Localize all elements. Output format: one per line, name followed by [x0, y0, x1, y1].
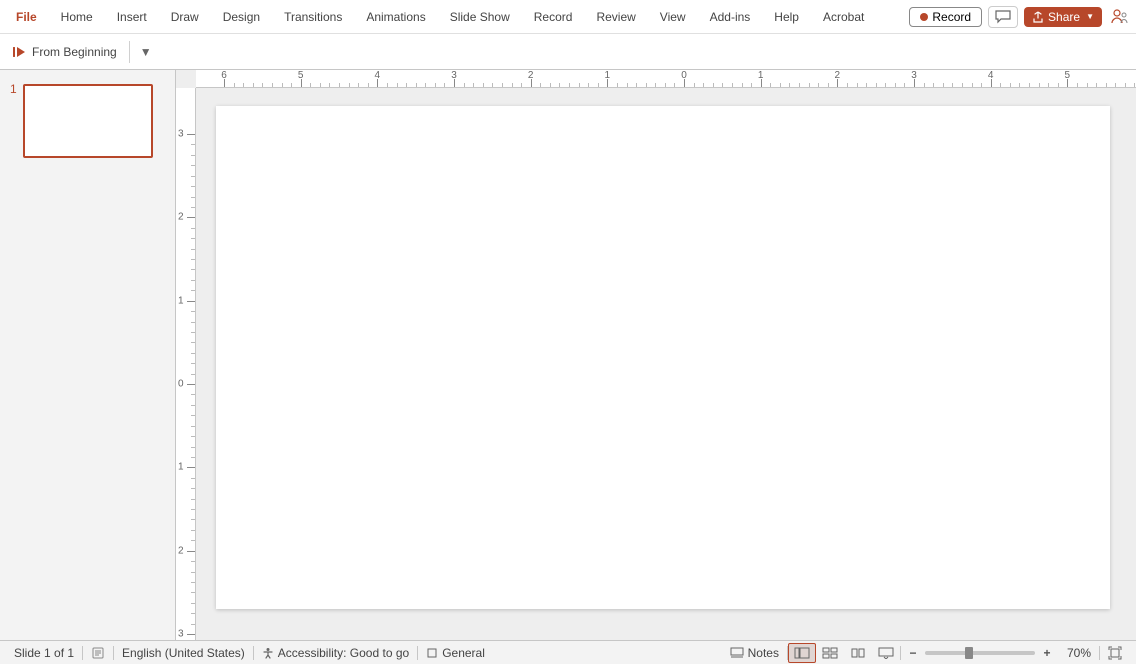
ribbon-divider: [129, 41, 130, 63]
play-from-start-icon: [12, 45, 26, 59]
ruler-v-label: 0: [178, 379, 184, 390]
horizontal-ruler[interactable]: 6543210123456: [196, 70, 1136, 88]
normal-view-button[interactable]: [788, 643, 816, 663]
slide-sorter-view-button[interactable]: [816, 643, 844, 663]
tab-view[interactable]: View: [648, 0, 698, 33]
ruler-h-label: 0: [681, 70, 687, 81]
from-beginning-button[interactable]: From Beginning: [6, 43, 123, 61]
tab-acrobat[interactable]: Acrobat: [811, 0, 876, 33]
vertical-ruler[interactable]: 3 2 1 0 1 2 3: [176, 88, 196, 640]
share-button[interactable]: Share ▼: [1024, 7, 1102, 27]
ruler-h-label: 5: [298, 70, 304, 81]
ribbon: From Beginning ▼: [0, 34, 1136, 70]
chevron-down-icon: ▼: [1086, 12, 1094, 21]
record-dot-icon: [920, 13, 928, 21]
sensitivity-icon: [426, 647, 438, 659]
normal-view-icon: [794, 647, 810, 659]
status-accessibility[interactable]: Accessibility: Good to go: [254, 641, 417, 664]
account-button[interactable]: [1108, 6, 1130, 28]
slide-canvas[interactable]: [216, 106, 1110, 609]
spellcheck-icon: [91, 646, 105, 660]
status-sensitivity-label: General: [442, 646, 485, 660]
ruler-v-label: 2: [178, 212, 184, 223]
ruler-h-label: 6: [221, 70, 227, 81]
fit-to-window-button[interactable]: [1100, 641, 1130, 664]
ruler-h-label: 1: [605, 70, 611, 81]
ruler-v-label: 2: [178, 545, 184, 556]
ruler-h-label: 3: [911, 70, 917, 81]
status-bar: Slide 1 of 1 English (United States) Acc…: [0, 640, 1136, 664]
tab-home[interactable]: Home: [49, 0, 105, 33]
fit-window-icon: [1108, 646, 1122, 660]
thumbnail-number: 1: [10, 82, 17, 626]
tab-animations[interactable]: Animations: [354, 0, 437, 33]
tab-help[interactable]: Help: [762, 0, 811, 33]
record-button-label: Record: [932, 10, 971, 24]
ruler-h-label: 1: [758, 70, 764, 81]
zoom-in-button[interactable]: +: [1039, 645, 1055, 661]
notes-label: Notes: [748, 646, 779, 660]
tab-design[interactable]: Design: [211, 0, 272, 33]
tab-insert[interactable]: Insert: [105, 0, 159, 33]
notes-icon: [730, 647, 744, 659]
reading-view-button[interactable]: [844, 643, 872, 663]
sorter-view-icon: [822, 647, 838, 659]
ruler-h-label: 5: [1065, 70, 1071, 81]
share-icon: [1032, 11, 1044, 23]
slide-canvas-area[interactable]: [196, 88, 1136, 640]
status-spellcheck-button[interactable]: [83, 641, 113, 664]
status-sensitivity[interactable]: General: [418, 641, 493, 664]
ruler-h-label: 3: [451, 70, 457, 81]
tab-transitions[interactable]: Transitions: [272, 0, 354, 33]
tab-file[interactable]: File: [4, 0, 49, 33]
notes-toggle-button[interactable]: Notes: [722, 641, 787, 664]
zoom-percent-button[interactable]: 70%: [1059, 641, 1099, 664]
tab-record[interactable]: Record: [522, 0, 585, 33]
status-slide-count: Slide 1 of 1: [6, 641, 82, 664]
slideshow-icon: [878, 647, 894, 659]
ruler-h-label: 2: [835, 70, 841, 81]
from-beginning-label: From Beginning: [32, 45, 117, 59]
ruler-v-label: 3: [178, 629, 184, 640]
comments-button[interactable]: [988, 6, 1018, 28]
ruler-h-label: 4: [375, 70, 381, 81]
tab-add-ins[interactable]: Add-ins: [698, 0, 763, 33]
comment-icon: [995, 10, 1011, 24]
ruler-v-label: 3: [178, 129, 184, 140]
record-button[interactable]: Record: [909, 7, 982, 27]
tab-draw[interactable]: Draw: [159, 0, 211, 33]
accessibility-icon: [262, 647, 274, 659]
ruler-h-label: 2: [528, 70, 534, 81]
share-button-label: Share: [1048, 10, 1080, 24]
chevron-down-icon: ▼: [140, 45, 152, 59]
zoom-controls: − +: [901, 645, 1059, 661]
ruler-v-label: 1: [178, 295, 184, 306]
status-language[interactable]: English (United States): [114, 641, 253, 664]
slide-thumbnail-1[interactable]: [23, 84, 153, 158]
editor-area: 6543210123456 3210123: [176, 70, 1136, 640]
title-tabs-bar: File Home Insert Draw Design Transitions…: [0, 0, 1136, 34]
status-accessibility-label: Accessibility: Good to go: [278, 646, 409, 660]
zoom-slider-handle[interactable]: [965, 647, 973, 659]
zoom-slider[interactable]: [925, 651, 1035, 655]
tab-review[interactable]: Review: [584, 0, 647, 33]
tab-slide-show[interactable]: Slide Show: [438, 0, 522, 33]
from-beginning-more-button[interactable]: ▼: [136, 43, 156, 61]
slide-thumbnails-pane[interactable]: 1: [0, 70, 176, 640]
ruler-h-label: 4: [988, 70, 994, 81]
reading-view-icon: [850, 647, 866, 659]
workspace: 1 6543210123456 3210123: [0, 70, 1136, 640]
slideshow-view-button[interactable]: [872, 643, 900, 663]
zoom-out-button[interactable]: −: [905, 645, 921, 661]
ruler-v-label: 1: [178, 462, 184, 473]
person-icon: [1110, 8, 1128, 26]
